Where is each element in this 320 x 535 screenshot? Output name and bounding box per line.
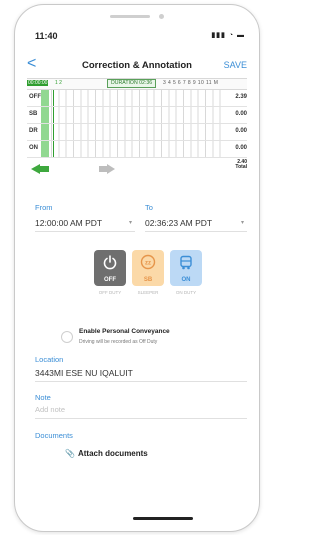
row-grid [51,124,227,140]
row-grid [51,141,227,157]
to-label: To [145,203,153,212]
truck-icon [180,255,192,270]
hour-ruler: 00:00:00 1 2 DURATION 02:36 3 4 5 6 7 8 … [27,78,247,90]
row-grid [51,90,227,106]
to-time-picker[interactable]: 02:36:23 AM PDT [145,218,212,228]
status-off-label: OFF [104,277,116,283]
note-underline [35,418,247,419]
status-sleeper-label: SB [143,277,153,283]
nav-bar: < Correction & Annotation SAVE [27,56,247,75]
location-label: Location [35,355,64,364]
from-underline [35,231,135,232]
end-handle[interactable] [99,166,107,172]
end-handle-arrow-icon[interactable] [107,164,115,174]
row-label: DR [29,128,38,134]
log-graph: 00:00:00 1 2 DURATION 02:36 3 4 5 6 7 8 … [27,78,247,174]
paperclip-icon: 📎 [65,449,75,458]
home-indicator [133,517,193,520]
status-sleeper-caption: SLEEPER [137,290,159,295]
signal-wifi-battery-icon: ▮▮▮ ◔ ▬ [211,32,245,39]
personal-conveyance-subtitle: Driving will be recorded as Off Duty [79,339,158,345]
status-on-label: ON [181,277,191,283]
row-grid [51,107,227,123]
row-label: OFF [29,94,41,100]
note-input[interactable]: Add note [35,405,65,414]
personal-conveyance-radio[interactable] [61,331,73,343]
front-camera [159,14,164,19]
hour-ticks: 3 4 5 6 7 8 9 10 11 M [163,80,219,86]
log-row-sb: SB 0.00 [27,107,247,124]
duration-badge: DURATION 02:36 [107,79,157,88]
status-on-button[interactable]: ON [170,250,202,286]
start-time-marker: 00:00:00 [27,80,49,86]
to-underline [145,231,247,232]
svg-text:zz: zz [145,261,151,267]
chevron-down-icon: ▾ [241,220,245,226]
attach-documents-label: Attach documents [77,449,148,458]
log-row-on: ON 0.00 [27,141,247,158]
total-hours: 2.40 Total [235,160,247,170]
chevron-down-icon: ▾ [129,220,133,226]
status-bar: 11:40 ▮▮▮ ◔ ▬ [35,31,245,43]
start-handle[interactable] [40,166,49,172]
log-row-dr: DR 0.00 [27,124,247,141]
row-label: ON [29,145,38,151]
page-title: Correction & Annotation [82,60,192,71]
phone-frame: 11:40 ▮▮▮ ◔ ▬ < Correction & Annotation … [14,4,260,532]
location-underline [35,381,247,382]
row-value: 0.00 [235,145,247,151]
from-time-picker[interactable]: 12:00:00 AM PDT [35,218,102,228]
status-off-caption: OFF DUTY [98,290,122,295]
documents-label: Documents [35,431,73,440]
start-handle-arrow-icon[interactable] [31,164,40,174]
row-value: 2.39 [235,94,247,100]
location-field[interactable]: 3443MI ESE NU IQALUIT [35,368,133,378]
total-label: Total [235,164,247,170]
status-on-caption: ON DUTY [175,290,197,295]
attach-documents-button[interactable]: 📎 Attach documents [65,449,148,458]
status-time: 11:40 [35,31,58,41]
personal-conveyance-title: Enable Personal Conveyance [79,328,170,335]
speaker-grille [110,15,150,18]
note-label: Note [35,393,51,402]
power-icon [103,255,117,270]
row-label: SB [29,111,38,117]
hour-ticks-early: 1 2 [55,80,62,86]
row-value: 0.00 [235,111,247,117]
status-sleeper-button[interactable]: zz SB [132,250,164,286]
log-rows: OFF 2.39 SB 0.00 DR 0.00 ON 0.00 2.40 To… [27,90,247,174]
log-row-off: OFF 2.39 [27,90,247,107]
sleep-icon: zz [140,254,156,270]
status-off-button[interactable]: OFF [94,250,126,286]
from-label: From [35,203,53,212]
save-button[interactable]: SAVE [224,60,247,70]
row-value: 0.00 [235,128,247,134]
